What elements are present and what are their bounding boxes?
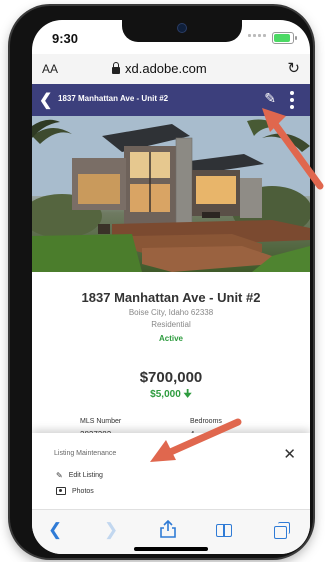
tabs-icon[interactable]	[274, 522, 290, 539]
battery-icon	[272, 32, 297, 44]
listing-city: Boise City, Idaho 62338	[128, 308, 214, 317]
lock-icon	[112, 61, 120, 74]
header-title: 1837 Manhattan Ave - Unit #2	[58, 94, 169, 103]
listing-type: Residential	[151, 320, 191, 329]
phone-frame: 9:30 AA xd.adobe.com ↻ ❮ 1837 Manhattan …	[10, 6, 313, 558]
price-change: $5,000 🠋	[32, 387, 310, 404]
down-arrow-icon: 🠋	[183, 389, 192, 400]
close-icon[interactable]: ✕	[283, 445, 296, 463]
photos-item[interactable]: Photos	[56, 487, 94, 495]
text-size-button[interactable]: AA	[42, 62, 58, 76]
back-icon[interactable]: ❮	[48, 520, 62, 540]
notch	[122, 20, 242, 42]
photo-icon	[56, 487, 66, 495]
listing-address: 1837 Manhattan Ave - Unit #2	[81, 290, 261, 305]
pencil-icon: ✎	[56, 471, 63, 480]
bookmarks-icon[interactable]	[216, 524, 232, 537]
url-field[interactable]: xd.adobe.com	[112, 61, 207, 76]
edit-listing-item[interactable]: ✎ Edit Listing	[56, 471, 103, 480]
home-indicator	[134, 547, 208, 551]
price-change-amount: $5,000	[150, 389, 181, 400]
share-icon[interactable]	[160, 519, 176, 543]
annotation-arrow-to-edit-listing	[150, 418, 242, 462]
status-time: 9:30	[52, 31, 79, 46]
url-text: xd.adobe.com	[125, 61, 207, 76]
edit-listing-label: Edit Listing	[68, 472, 103, 479]
browser-address-bar: AA xd.adobe.com ↻	[32, 54, 310, 85]
annotation-arrow-to-edit-icon	[262, 108, 324, 190]
status-badge: Active	[158, 334, 183, 343]
back-chevron-icon[interactable]: ❮	[39, 90, 52, 110]
fact-label-mls: MLS Number	[80, 418, 122, 425]
forward-icon[interactable]: ❯	[104, 520, 118, 540]
reload-icon[interactable]: ↻	[287, 59, 300, 77]
photos-label: Photos	[72, 487, 94, 495]
camera-icon	[178, 24, 186, 32]
listing-price: $700,000	[139, 369, 203, 386]
signal-icon	[248, 34, 266, 37]
sheet-title: Listing Maintenance	[54, 450, 117, 457]
